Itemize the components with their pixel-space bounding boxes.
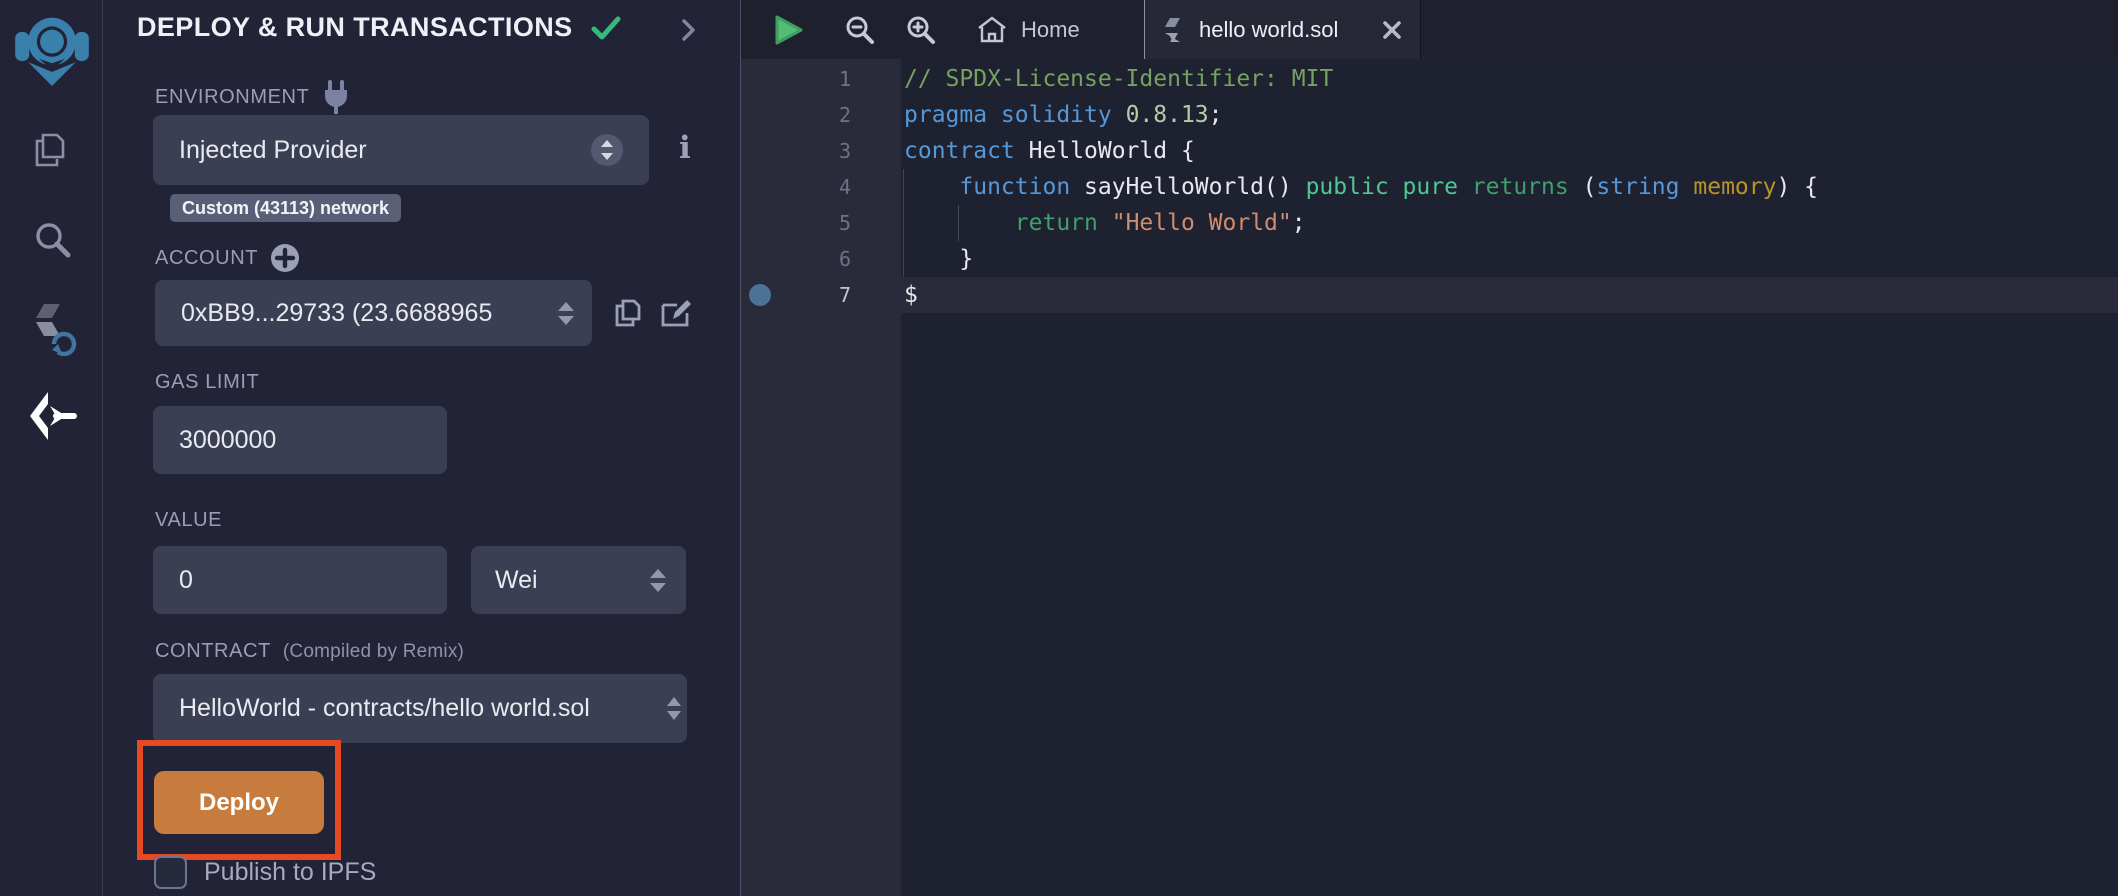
deploy-run-icon[interactable] — [0, 390, 103, 442]
deploy-run-panel: DEPLOY & RUN TRANSACTIONS ENVIRONMENT In… — [104, 0, 740, 896]
account-value: 0xBB9...29733 (23.6688965 — [155, 299, 492, 328]
code-text: function sayHelloWorld() public pure ret… — [904, 169, 1818, 205]
contract-value: HelloWorld - contracts/hello world.sol — [153, 694, 590, 723]
file-explorer-icon[interactable] — [0, 127, 103, 173]
environment-select[interactable]: Injected Provider — [153, 115, 649, 185]
network-badge: Custom (43113) network — [170, 194, 401, 222]
run-icon[interactable] — [774, 0, 804, 59]
line-number[interactable]: 6 — [741, 241, 861, 277]
line-number[interactable]: 2 — [741, 97, 861, 133]
zoom-in-icon[interactable] — [905, 0, 937, 59]
tab-home[interactable]: Home — [967, 0, 1090, 59]
deploy-button[interactable]: Deploy — [154, 771, 324, 834]
zoom-out-icon[interactable] — [844, 0, 876, 59]
solidity-file-icon — [1163, 17, 1185, 43]
code-text: pragma solidity 0.8.13; — [904, 97, 1223, 133]
remix-logo[interactable] — [0, 8, 103, 86]
home-icon — [977, 16, 1007, 44]
contract-select-arrows-icon — [665, 693, 683, 724]
solidity-compiler-icon[interactable] — [0, 300, 103, 356]
value-unit-select[interactable]: Wei — [471, 546, 686, 614]
panel-title-text: DEPLOY & RUN TRANSACTIONS — [137, 12, 573, 43]
line-number[interactable]: 5 — [741, 205, 861, 241]
account-label: ACCOUNT — [155, 243, 300, 273]
publish-to-ipfs-label: Publish to IPFS — [204, 858, 376, 887]
copy-icon[interactable] — [610, 295, 646, 331]
line-number[interactable]: 1 — [741, 61, 861, 97]
tab-hello-world-sol[interactable]: hello world.sol — [1144, 0, 1421, 59]
environment-select-arrows-icon — [591, 134, 623, 166]
contract-select[interactable]: HelloWorld - contracts/hello world.sol — [153, 674, 687, 743]
gas-limit-value: 3000000 — [153, 426, 276, 455]
edit-icon[interactable] — [657, 295, 693, 331]
value-input[interactable]: 0 — [153, 546, 447, 614]
plug-icon — [321, 80, 351, 114]
editor-tabbar: Home hello world.sol — [741, 0, 2118, 59]
environment-value: Injected Provider — [153, 136, 367, 165]
code-text: } — [904, 241, 973, 277]
tab-home-label: Home — [1021, 17, 1080, 43]
code-editor: Home hello world.sol — [740, 0, 2118, 896]
line-number[interactable]: 4 — [741, 169, 861, 205]
line-number[interactable]: 3 — [741, 133, 861, 169]
panel-title: DEPLOY & RUN TRANSACTIONS — [137, 12, 621, 43]
code-line[interactable]: 6 } — [741, 241, 2118, 277]
info-icon[interactable]: i — [679, 130, 691, 166]
line-number[interactable]: 7 — [741, 277, 861, 313]
add-account-icon[interactable] — [270, 243, 300, 273]
code-line[interactable]: 3 contract HelloWorld { — [741, 133, 2118, 169]
activity-bar — [0, 0, 103, 896]
code-line[interactable]: 1 // SPDX-License-Identifier: MIT — [741, 61, 2118, 97]
unit-select-arrows-icon — [650, 569, 666, 592]
contract-sublabel: (Compiled by Remix) — [283, 641, 464, 663]
editor-body[interactable]: 1 // SPDX-License-Identifier: MIT 2 pragma … — [741, 59, 2118, 896]
code-area[interactable]: 1 // SPDX-License-Identifier: MIT 2 pragma … — [741, 61, 2118, 313]
gas-limit-label: GAS LIMIT — [155, 371, 259, 394]
collapse-chevron-icon[interactable] — [682, 18, 696, 42]
code-line[interactable]: 4 function sayHelloWorld() public pure r… — [741, 169, 2118, 205]
publish-to-ipfs-checkbox[interactable] — [154, 856, 187, 889]
account-select-arrows-icon — [558, 302, 574, 325]
code-line[interactable]: 7$ — [741, 277, 2118, 313]
value-amount: 0 — [153, 566, 193, 595]
code-text: $ — [904, 277, 918, 313]
account-select[interactable]: 0xBB9...29733 (23.6688965 — [155, 280, 592, 346]
contract-label: CONTRACT (Compiled by Remix) — [155, 640, 464, 663]
environment-label: ENVIRONMENT — [155, 80, 351, 114]
search-icon[interactable] — [0, 217, 103, 261]
value-unit: Wei — [471, 566, 538, 595]
code-text: // SPDX-License-Identifier: MIT — [904, 61, 1333, 97]
code-line[interactable]: 5 return "Hello World"; — [741, 205, 2118, 241]
remix-ide-window: DEPLOY & RUN TRANSACTIONS ENVIRONMENT In… — [0, 0, 2118, 896]
gas-limit-input[interactable]: 3000000 — [153, 406, 447, 474]
value-label: VALUE — [155, 509, 222, 532]
tab-file-label: hello world.sol — [1199, 17, 1338, 43]
code-text: return "Hello World"; — [904, 205, 1306, 241]
code-text: contract HelloWorld { — [904, 133, 1195, 169]
code-line[interactable]: 2 pragma solidity 0.8.13; — [741, 97, 2118, 133]
compiled-check-icon — [591, 15, 621, 41]
close-icon[interactable] — [1382, 20, 1402, 40]
